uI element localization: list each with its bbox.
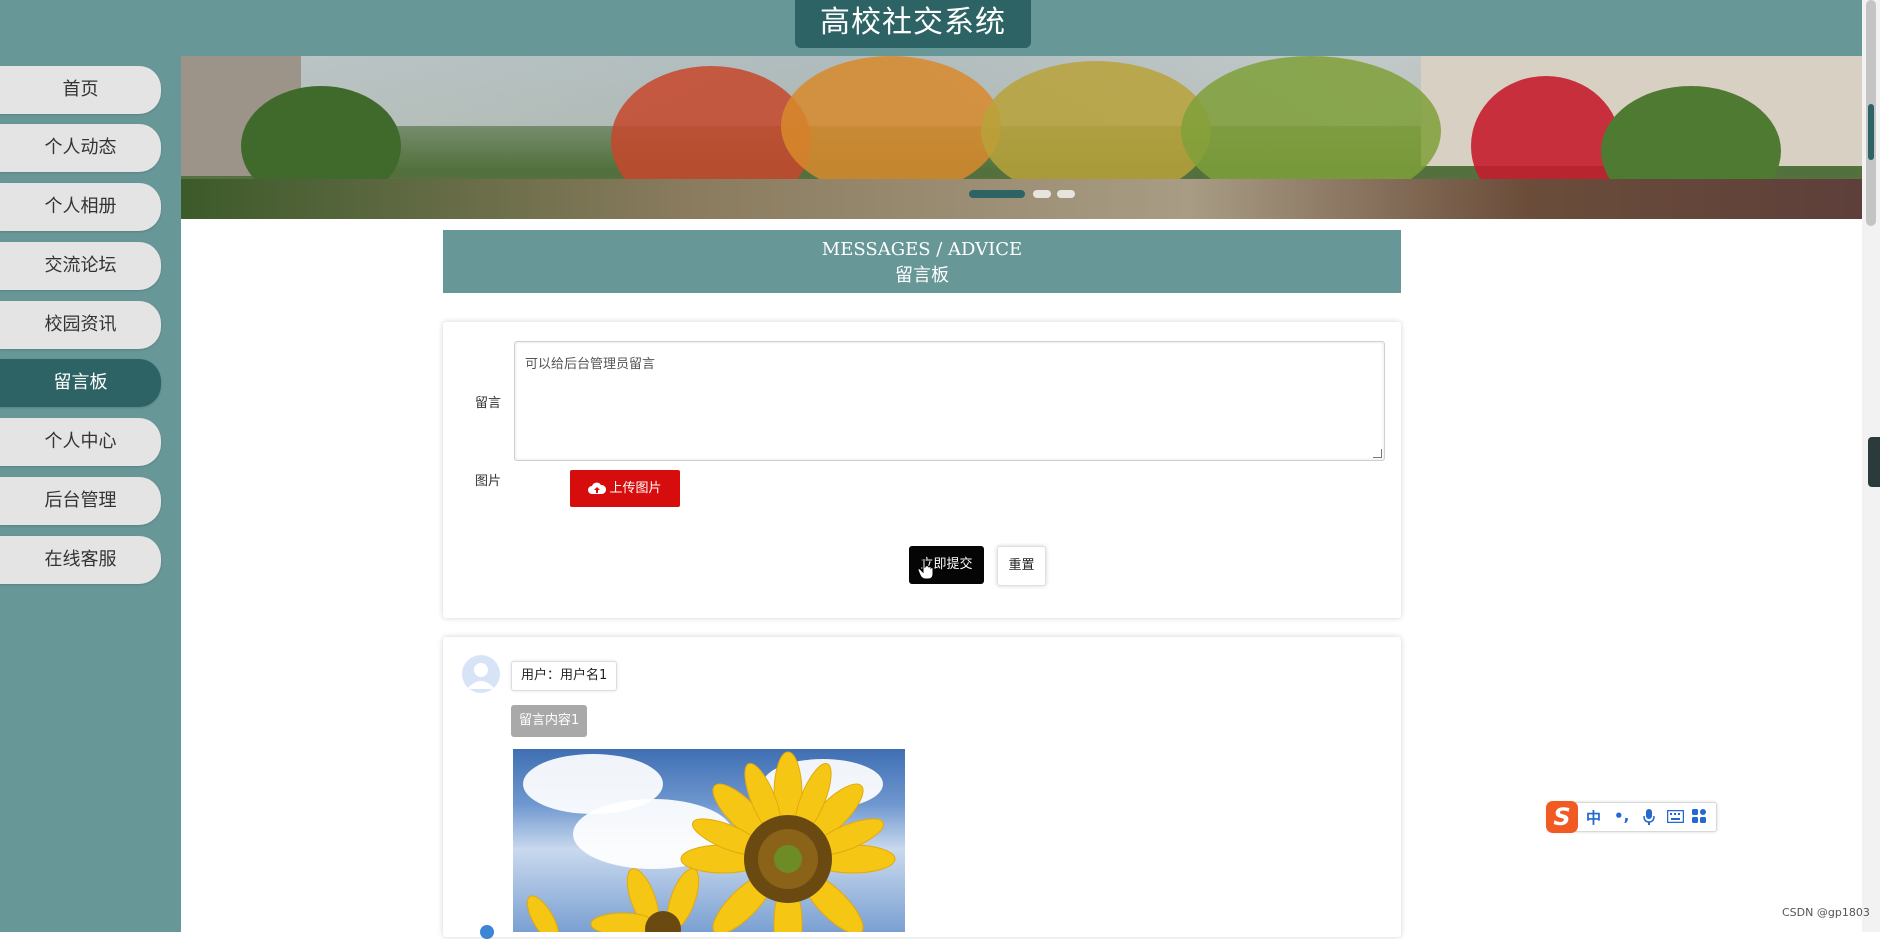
watermark: CSDN @gp1803 <box>1782 906 1870 919</box>
scrollbar-highlight <box>1868 104 1874 160</box>
sidebar-item-campus-news[interactable]: 校园资讯 <box>0 301 161 349</box>
sidebar-item-personal-feed[interactable]: 个人动态 <box>0 124 161 172</box>
toolbox-grid-icon[interactable] <box>1692 809 1707 824</box>
sidebar-item-message-board[interactable]: 留言板 <box>0 359 161 407</box>
message-content: 留言内容1 <box>511 705 588 737</box>
reset-button[interactable]: 重置 <box>997 546 1046 586</box>
section-title-cn: 留言板 <box>895 265 949 286</box>
microphone-icon[interactable] <box>1642 808 1656 826</box>
section-title-en: MESSAGES / ADVICE <box>821 239 1023 260</box>
banner-ground <box>181 179 1862 219</box>
message-user: 用户：用户名1 <box>511 661 618 691</box>
upload-image-label: 上传图片 <box>609 481 662 496</box>
sidebar-item-forum[interactable]: 交流论坛 <box>0 242 161 290</box>
banner-tree <box>781 56 1001 196</box>
message-label: 留言 <box>475 396 502 411</box>
message-image[interactable] <box>513 749 905 932</box>
sidebar-item-personal-album[interactable]: 个人相册 <box>0 183 161 231</box>
cloud-upload-icon <box>588 482 607 494</box>
scroll-dot <box>480 925 494 939</box>
sidebar-nav: 首页 个人动态 个人相册 交流论坛 校园资讯 留言板 个人中心 后台管理 在线客… <box>0 56 181 932</box>
banner-carousel[interactable] <box>181 56 1862 219</box>
sidebar-item-admin[interactable]: 后台管理 <box>0 477 161 525</box>
side-expand-tab[interactable] <box>1868 437 1880 487</box>
section-header: MESSAGES / ADVICE 留言板 <box>443 230 1401 293</box>
carousel-dot-2[interactable] <box>1033 190 1051 198</box>
hand-cursor-icon <box>918 558 934 580</box>
ime-toolbar[interactable]: S 中 •, <box>1546 801 1717 833</box>
carousel-dot-1[interactable] <box>969 190 1025 198</box>
user-avatar-icon <box>467 663 495 689</box>
top-header: 高校社交系统 <box>0 0 1862 56</box>
keyboard-icon[interactable] <box>1667 810 1684 823</box>
ime-punct[interactable]: •, <box>1614 807 1629 825</box>
ime-mode[interactable]: 中 <box>1586 807 1601 828</box>
site-title: 高校社交系统 <box>795 0 1031 48</box>
image-label: 图片 <box>475 474 502 489</box>
message-placeholder: 可以给后台管理员留言 <box>525 357 656 372</box>
sunflower-graphic <box>526 751 896 932</box>
sidebar-item-home[interactable]: 首页 <box>0 66 161 114</box>
carousel-dot-3[interactable] <box>1057 190 1075 198</box>
sidebar-item-customer-service[interactable]: 在线客服 <box>0 536 161 584</box>
sidebar-item-personal-center[interactable]: 个人中心 <box>0 418 161 466</box>
resize-handle[interactable] <box>1373 449 1382 458</box>
upload-image-button[interactable]: 上传图片 <box>570 470 680 507</box>
message-textarea[interactable]: 可以给后台管理员留言 <box>514 341 1385 461</box>
user-avatar <box>462 655 500 693</box>
sogou-logo-icon: S <box>1546 801 1578 833</box>
